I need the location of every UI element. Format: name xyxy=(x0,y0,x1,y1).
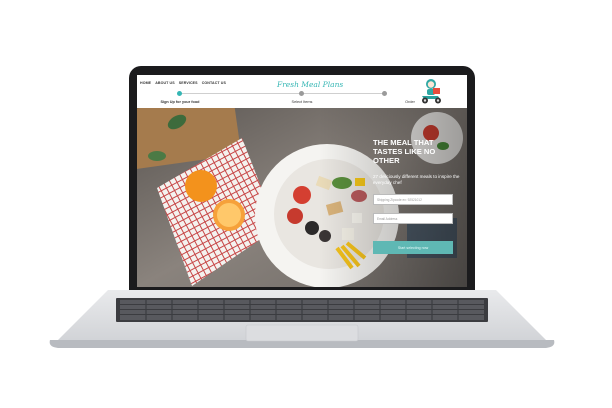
start-selecting-button[interactable]: Start selecting now xyxy=(373,241,453,254)
brand-logo[interactable]: Fresh Meal Plans xyxy=(277,80,343,89)
step-2-label[interactable]: Select Items xyxy=(292,100,313,104)
step-3-label[interactable]: Order xyxy=(405,100,415,104)
progress-track xyxy=(179,93,385,94)
top-navigation: HOME ABOUT US SERVICES CONTACT US xyxy=(140,81,226,85)
email-input[interactable]: Email Address xyxy=(373,213,453,224)
nav-item-home[interactable]: HOME xyxy=(140,81,151,85)
delivery-mascot-icon xyxy=(422,79,441,104)
laptop-keyboard-deck xyxy=(49,290,555,348)
site-header: HOME ABOUT US SERVICES CONTACT US Fresh … xyxy=(137,75,467,109)
nav-item-about-us[interactable]: ABOUT US xyxy=(155,81,175,85)
step-1-indicator xyxy=(177,91,182,96)
hero-title: THE MEAL THAT TASTES LIKE NO OTHER xyxy=(373,138,436,165)
browser-viewport: HOME ABOUT US SERVICES CONTACT US Fresh … xyxy=(137,75,467,287)
step-1-label[interactable]: Sign Up for your food xyxy=(160,100,199,104)
nav-item-contact-us[interactable]: CONTACT US xyxy=(202,81,226,85)
step-3-indicator xyxy=(382,91,387,96)
hero-section: THE MEAL THAT TASTES LIKE NO OTHER 27 de… xyxy=(137,108,467,287)
zipcode-input[interactable]: Shipping Zipcode ex: 92521012 xyxy=(373,194,453,205)
nav-item-services[interactable]: SERVICES xyxy=(179,81,198,85)
hero-subtitle: 27 deliciously different meals to inspir… xyxy=(373,174,460,185)
step-2-indicator xyxy=(299,91,304,96)
